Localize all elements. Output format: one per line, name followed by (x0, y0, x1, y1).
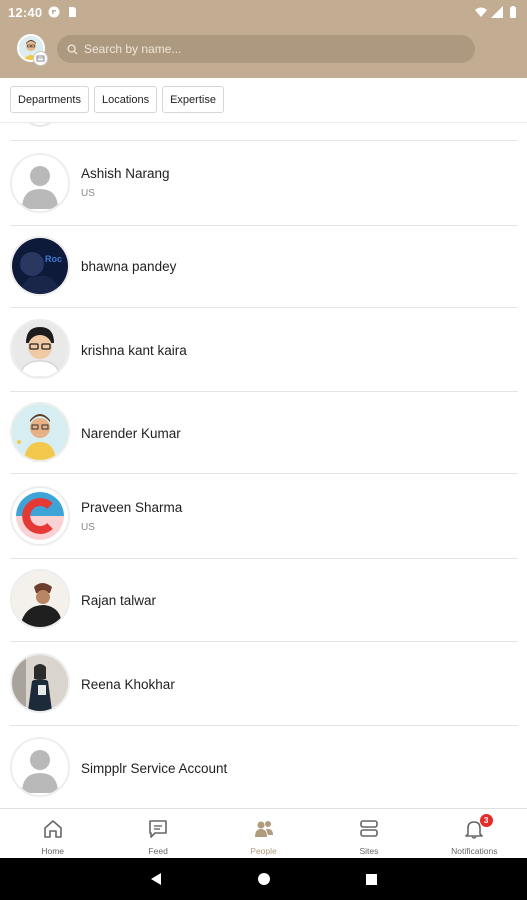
filter-expertise-button[interactable]: Expertise (162, 86, 224, 113)
avatar-partial (22, 123, 58, 127)
person-row[interactable]: Rajan talwar (10, 558, 518, 641)
recents-square-icon (366, 873, 377, 885)
avatar (10, 153, 70, 213)
recents-button[interactable] (364, 871, 380, 887)
person-name: bhawna pandey (81, 259, 177, 274)
avatar (10, 737, 70, 797)
svg-text:Roc: Roc (45, 254, 62, 264)
status-time: 12:40 (8, 4, 43, 20)
app-header: 12:40 (0, 0, 527, 78)
filter-bar: Departments Locations Expertise (10, 86, 224, 113)
nav-sites[interactable]: Sites (316, 809, 421, 858)
home-circle-icon (257, 873, 270, 885)
person-row[interactable]: Reena Khokhar (10, 641, 518, 725)
person-name: Reena Khokhar (81, 677, 175, 692)
cartoon-avatar-icon (12, 404, 68, 460)
person-name: Narender Kumar (81, 426, 181, 441)
filter-locations-button[interactable]: Locations (93, 86, 158, 113)
home-icon (43, 820, 62, 838)
nav-people[interactable]: People (211, 809, 316, 858)
cell-signal-icon (491, 6, 503, 18)
notification-badge: 3 (479, 814, 493, 827)
battery-icon (510, 6, 516, 18)
person-name: Simpplr Service Account (81, 761, 228, 776)
photo-avatar-icon: Roc (12, 238, 68, 294)
sd-card-icon (69, 7, 77, 17)
filter-departments-button[interactable]: Departments (10, 86, 89, 113)
nav-home[interactable]: Home (0, 809, 105, 858)
person-row[interactable]: Praveen Sharma US (10, 473, 518, 558)
default-person-icon (12, 739, 68, 795)
avatar (10, 653, 70, 713)
back-button[interactable] (148, 871, 164, 887)
avatar (10, 569, 70, 629)
person-location: US (81, 188, 95, 199)
photo-avatar-icon (12, 655, 68, 711)
nav-feed-label: Feed (148, 846, 168, 856)
nav-home-label: Home (41, 846, 65, 856)
avatar: Roc (10, 236, 70, 296)
person-name: Ashish Narang (81, 166, 170, 181)
person-row[interactable]: Roc bhawna pandey (10, 225, 518, 307)
system-nav-bar (0, 858, 527, 900)
person-row[interactable]: krishna kant kaira (10, 307, 518, 391)
person-row[interactable]: Simpplr Service Account (10, 725, 518, 808)
person-row[interactable]: Narender Kumar (10, 391, 518, 473)
people-icon (254, 821, 273, 837)
sites-icon (360, 820, 378, 837)
cartoon-avatar-icon (12, 321, 68, 377)
nav-notifications[interactable]: 3 Notifications (422, 809, 527, 858)
nav-sites-label: Sites (359, 846, 379, 856)
person-location: US (81, 522, 95, 533)
person-row[interactable]: Ashish Narang US (10, 140, 518, 226)
nav-people-label: People (250, 846, 277, 856)
avatar (10, 319, 70, 379)
nav-feed[interactable]: Feed (105, 809, 210, 858)
search-bar[interactable] (57, 35, 475, 63)
status-bar: 12:40 (0, 0, 527, 24)
back-triangle-icon (150, 873, 161, 885)
person-name: Rajan talwar (81, 593, 157, 608)
search-input[interactable] (84, 42, 444, 56)
avatar (10, 486, 70, 546)
person-name: krishna kant kaira (81, 343, 187, 358)
wifi-icon (475, 7, 487, 17)
app-bar (0, 30, 527, 70)
logo-avatar-icon (12, 488, 68, 544)
bottom-nav: Home Feed People Sites 3 Notifications (0, 808, 527, 858)
search-icon (67, 43, 78, 55)
nav-notifications-label: Notifications (451, 846, 498, 856)
profile-badge-icon (33, 51, 48, 66)
default-person-icon (12, 155, 68, 211)
app-notification-icon (48, 6, 60, 18)
people-list[interactable]: Ashish Narang US Roc bhawna pandey krish… (0, 123, 527, 808)
photo-avatar-icon (12, 571, 68, 627)
feed-icon (149, 820, 167, 838)
person-name: Praveen Sharma (81, 500, 183, 515)
home-button[interactable] (256, 871, 272, 887)
avatar (10, 402, 70, 462)
